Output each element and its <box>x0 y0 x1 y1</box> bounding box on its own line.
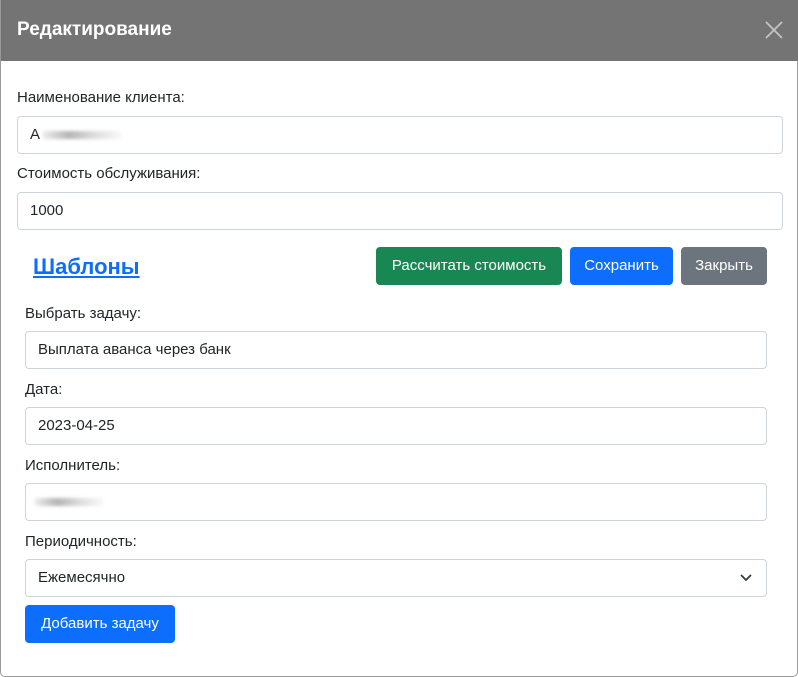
edit-modal: Редактирование Наименование клиента: А С… <box>0 0 798 677</box>
date-value: 2023-04-25 <box>38 417 115 434</box>
add-task-button[interactable]: Добавить задачу <box>25 605 175 643</box>
task-label: Выбрать задачу: <box>25 305 142 322</box>
periodicity-select[interactable]: Ежемесячно <box>25 559 767 597</box>
redacted-text <box>42 131 123 140</box>
modal-title: Редактирование <box>17 19 172 40</box>
client-name-label: Наименование клиента: <box>17 89 185 106</box>
service-cost-value: 1000 <box>30 202 64 219</box>
templates-link[interactable]: Шаблоны <box>33 254 140 280</box>
task-value: Выплата аванса через банк <box>38 341 231 358</box>
client-name-input[interactable]: А <box>17 116 783 154</box>
executor-input[interactable] <box>25 483 767 521</box>
redacted-text <box>34 498 104 507</box>
service-cost-input[interactable]: 1000 <box>17 192 783 230</box>
close-icon <box>765 21 783 39</box>
close-dialog-button[interactable]: Закрыть <box>681 247 767 285</box>
task-input[interactable]: Выплата аванса через банк <box>25 331 767 369</box>
periodicity-label: Периодичность: <box>25 533 137 550</box>
service-cost-label: Стоимость обслуживания: <box>17 165 201 182</box>
close-button[interactable] <box>763 19 785 41</box>
date-input[interactable]: 2023-04-25 <box>25 407 767 445</box>
modal-header: Редактирование <box>1 0 798 61</box>
save-button[interactable]: Сохранить <box>570 247 673 285</box>
client-name-value: А <box>30 126 41 143</box>
periodicity-value: Ежемесячно <box>38 569 126 586</box>
date-label: Дата: <box>25 381 63 398</box>
executor-label: Исполнитель: <box>25 457 121 474</box>
calculate-cost-button[interactable]: Рассчитать стоимость <box>376 247 562 285</box>
chevron-down-icon <box>740 574 752 581</box>
